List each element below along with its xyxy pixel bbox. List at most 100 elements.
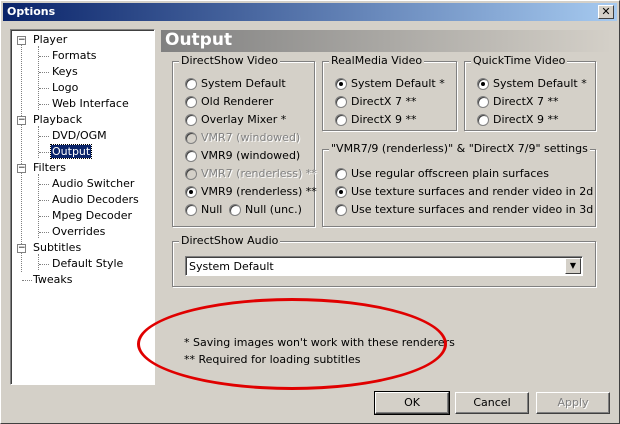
annotation-ellipse bbox=[137, 298, 447, 390]
radio-label: Null bbox=[201, 203, 223, 216]
tree-item-player[interactable]: Player bbox=[33, 32, 67, 48]
tree-item-playback[interactable]: Playback bbox=[33, 112, 82, 128]
tree-item-filters[interactable]: Filters bbox=[33, 160, 66, 176]
radio-label: Use regular offscreen plain surfaces bbox=[351, 167, 549, 180]
window-title: Options bbox=[7, 5, 56, 18]
tree-item-web-interface[interactable]: Web Interface bbox=[52, 96, 129, 112]
radio-dot bbox=[185, 168, 197, 180]
tree-item-dvd-ogm[interactable]: DVD/OGM bbox=[52, 128, 107, 144]
tree-item-label: Logo bbox=[52, 81, 79, 94]
audio-renderer-value: System Default bbox=[189, 260, 274, 273]
group-label: DirectShow Video bbox=[179, 54, 280, 67]
radio-label: System Default bbox=[201, 77, 286, 90]
tree-item-output[interactable]: Output bbox=[49, 144, 93, 160]
tree-item-logo[interactable]: Logo bbox=[52, 80, 78, 96]
quicktime-video-group: QuickTime Video System Default * DirectX… bbox=[464, 54, 596, 131]
radio-label: DirectX 7 ** bbox=[493, 95, 559, 108]
tree-item-default-style[interactable]: Default Style bbox=[52, 256, 123, 272]
tree-item-audio-decoders[interactable]: Audio Decoders bbox=[52, 192, 139, 208]
radio-label: Overlay Mixer * bbox=[201, 113, 287, 126]
radio-label: Use texture surfaces and render video in… bbox=[351, 203, 594, 216]
page-header: Output bbox=[161, 30, 612, 52]
group-label: DirectShow Audio bbox=[179, 234, 281, 247]
radio-dot bbox=[185, 204, 197, 216]
tree-line bbox=[22, 280, 32, 281]
tree-item-formats[interactable]: Formats bbox=[52, 48, 97, 64]
group-label: "VMR7/9 (renderless)" & "DirectX 7/9" se… bbox=[329, 142, 590, 155]
radio-dot bbox=[185, 96, 197, 108]
expander-playback[interactable]: − bbox=[17, 116, 26, 125]
tree-item-label: Subtitles bbox=[33, 241, 82, 254]
radio-dot bbox=[477, 114, 489, 126]
tree-line bbox=[39, 232, 49, 233]
expander-filters[interactable]: − bbox=[17, 164, 26, 173]
options-dialog: Options ✕ − Player Formats Keys Logo Web… bbox=[0, 0, 620, 424]
tree-item-label: Tweaks bbox=[33, 273, 73, 286]
radio-dot bbox=[335, 168, 347, 180]
apply-button: Apply bbox=[536, 392, 610, 414]
radio-label: Old Renderer bbox=[201, 95, 274, 108]
button-label: OK bbox=[404, 396, 420, 409]
button-label: Cancel bbox=[473, 396, 511, 409]
tree-item-label: Output bbox=[49, 144, 93, 159]
radio-label: DirectX 9 ** bbox=[493, 113, 559, 126]
expander-subtitles[interactable]: − bbox=[17, 244, 26, 253]
radio-dot bbox=[477, 78, 489, 90]
tree-line bbox=[38, 126, 39, 158]
group-label: RealMedia Video bbox=[329, 54, 425, 67]
tree-item-overrides[interactable]: Overrides bbox=[52, 224, 105, 240]
tree-item-label: Playback bbox=[33, 113, 83, 126]
tree-item-label: Overrides bbox=[52, 225, 106, 238]
tree-line bbox=[39, 56, 49, 57]
tree-item-label: Mpeg Decoder bbox=[52, 209, 133, 222]
tree-line bbox=[39, 88, 49, 89]
tree-item-mpeg-decoder[interactable]: Mpeg Decoder bbox=[52, 208, 132, 224]
tree-item-audio-switcher[interactable]: Audio Switcher bbox=[52, 176, 134, 192]
page-title: Output bbox=[165, 30, 233, 50]
tree-line bbox=[39, 200, 49, 201]
radio-label: VMR7 (renderless) ** bbox=[201, 167, 317, 180]
radio-label: System Default * bbox=[351, 77, 445, 90]
radio-label: System Default * bbox=[493, 77, 587, 90]
tree-line bbox=[39, 184, 49, 185]
realmedia-video-group: RealMedia Video System Default * DirectX… bbox=[322, 54, 457, 131]
chevron-down-icon[interactable]: ▼ bbox=[565, 258, 581, 274]
title-bar[interactable]: Options ✕ bbox=[3, 3, 617, 21]
tree-item-label: Filters bbox=[33, 161, 66, 174]
ok-button[interactable]: OK bbox=[374, 391, 450, 415]
audio-renderer-select[interactable]: System Default ▼ bbox=[185, 256, 583, 276]
directshow-video-group: DirectShow Video System Default Old Rend… bbox=[172, 54, 317, 227]
radio-label: VMR7 (windowed) bbox=[201, 131, 301, 144]
button-label: Apply bbox=[557, 396, 589, 409]
tree-item-label: Keys bbox=[52, 65, 78, 78]
tree-item-keys[interactable]: Keys bbox=[52, 64, 78, 80]
close-icon: ✕ bbox=[601, 5, 611, 18]
close-button[interactable]: ✕ bbox=[598, 5, 614, 19]
tree-item-subtitles[interactable]: Subtitles bbox=[33, 240, 81, 256]
cancel-button[interactable]: Cancel bbox=[455, 392, 529, 414]
radio-dot bbox=[335, 114, 347, 126]
tree-line bbox=[39, 216, 49, 217]
radio-dot bbox=[335, 204, 347, 216]
tree-item-label: DVD/OGM bbox=[52, 129, 107, 142]
radio-dot bbox=[229, 204, 241, 216]
tree-item-label: Default Style bbox=[52, 257, 124, 270]
radio-dot bbox=[185, 132, 197, 144]
radio-dot bbox=[185, 186, 197, 198]
tree-line bbox=[38, 254, 39, 270]
tree-item-label: Audio Decoders bbox=[52, 193, 139, 206]
radio-dot bbox=[335, 186, 347, 198]
expander-player[interactable]: − bbox=[17, 36, 26, 45]
vmr-settings-group: "VMR7/9 (renderless)" & "DirectX 7/9" se… bbox=[322, 142, 596, 227]
tree-item-label: Formats bbox=[52, 49, 97, 62]
tree-line bbox=[39, 104, 49, 105]
tree-item-tweaks[interactable]: Tweaks bbox=[33, 272, 73, 288]
radio-dot bbox=[477, 96, 489, 108]
radio-dot bbox=[185, 78, 197, 90]
options-tree: − Player Formats Keys Logo Web Interface… bbox=[10, 29, 155, 385]
tree-line bbox=[21, 44, 22, 272]
tree-item-label: Audio Switcher bbox=[52, 177, 135, 190]
radio-label: Null (unc.) bbox=[245, 203, 302, 216]
radio-dot bbox=[335, 96, 347, 108]
group-label: QuickTime Video bbox=[471, 54, 568, 67]
